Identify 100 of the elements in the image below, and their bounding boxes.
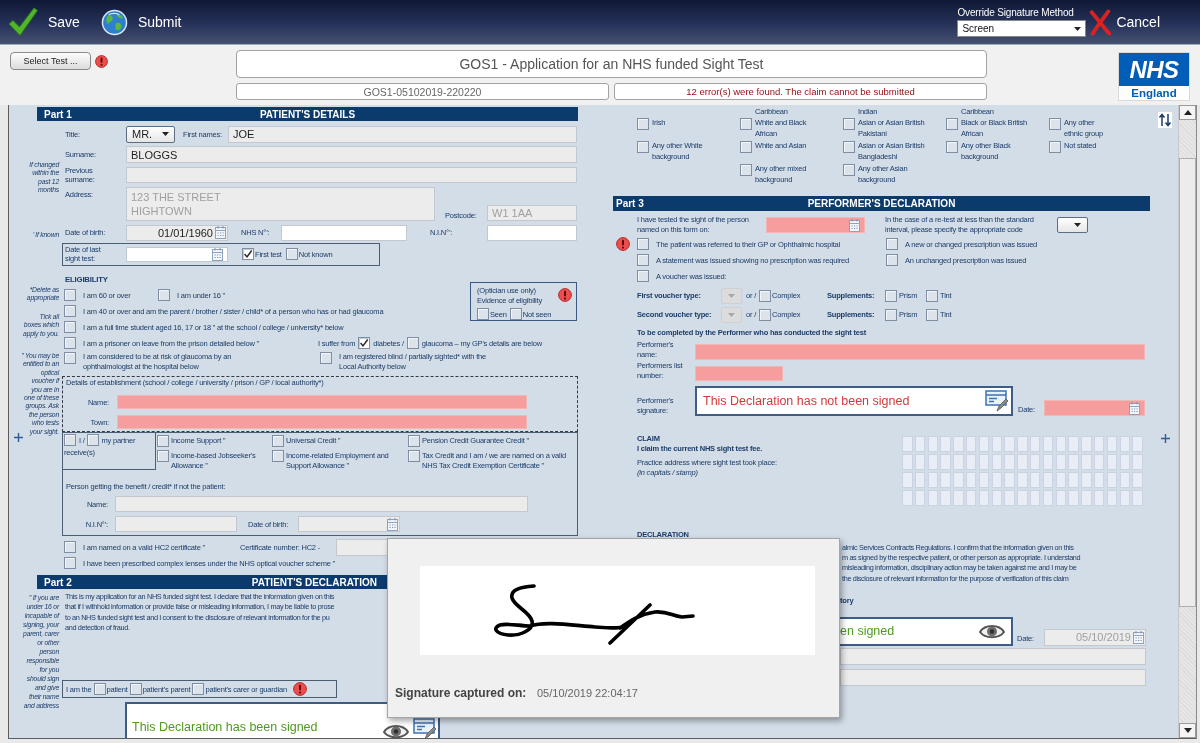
checkbox[interactable] [843,141,855,153]
character-box[interactable] [1042,490,1054,506]
checkbox[interactable] [759,308,772,321]
checkbox[interactable] [843,164,855,176]
character-box[interactable] [1119,454,1131,470]
checkbox[interactable] [759,289,772,302]
plus-icon[interactable] [14,433,23,442]
checkbox[interactable] [926,289,939,302]
plus-icon[interactable] [1161,434,1170,443]
character-box[interactable] [1004,454,1015,470]
text-field[interactable] [281,224,407,241]
character-box[interactable] [902,436,913,452]
submit-button[interactable]: Submit [100,8,182,36]
character-box[interactable] [978,490,990,506]
checkbox[interactable] [946,141,958,153]
checkbox[interactable] [358,337,371,349]
character-box[interactable] [991,490,1003,506]
character-box[interactable] [1055,472,1067,488]
checkbox[interactable] [320,352,332,364]
scrollbar-thumb[interactable] [1179,158,1196,607]
character-box[interactable] [1093,490,1105,506]
character-box[interactable] [1004,472,1015,488]
calendar-icon[interactable] [212,247,223,261]
date-field[interactable] [298,516,400,532]
checkbox[interactable] [285,248,298,260]
character-box[interactable] [966,436,977,452]
character-box[interactable] [1042,454,1054,470]
character-box[interactable] [1132,454,1143,470]
character-box[interactable] [966,472,977,488]
checkbox[interactable] [192,683,205,695]
character-box[interactable] [1132,490,1143,506]
calendar-icon[interactable] [387,517,398,531]
character-box[interactable] [991,436,1003,452]
character-box[interactable] [1017,490,1028,506]
character-box[interactable] [1017,472,1028,488]
checkbox[interactable] [637,141,649,153]
character-box[interactable] [953,472,964,488]
select-test-button[interactable]: Select Test ... [10,52,91,70]
checkbox[interactable] [64,541,76,553]
checkbox[interactable] [637,118,649,130]
calendar-icon[interactable] [215,226,226,239]
date-field[interactable] [126,246,228,262]
checkbox[interactable] [740,118,752,130]
checkbox[interactable] [129,683,142,695]
character-box[interactable] [940,436,951,452]
character-box[interactable] [1029,490,1041,506]
text-field[interactable] [115,496,528,512]
character-box[interactable] [1106,436,1118,452]
character-box[interactable] [902,490,913,506]
character-box[interactable] [940,472,951,488]
character-box[interactable] [1093,436,1105,452]
character-box[interactable] [927,472,939,488]
character-box[interactable] [1119,490,1131,506]
checkbox[interactable] [93,683,106,695]
character-box[interactable] [1132,472,1143,488]
character-box[interactable] [940,490,951,506]
character-box[interactable] [1017,436,1028,452]
character-box[interactable] [991,472,1003,488]
edit-icon[interactable] [985,390,1009,412]
character-box[interactable] [1029,436,1041,452]
signature-field[interactable]: This Declaration has not been signed [695,386,1013,416]
character-box[interactable] [978,472,990,488]
checkbox[interactable] [64,321,76,333]
checkbox[interactable] [272,435,284,447]
vertical-scrollbar[interactable] [1178,105,1196,738]
checkbox[interactable] [886,254,898,266]
character-box[interactable] [1119,436,1131,452]
checkbox[interactable] [637,270,649,282]
checkbox[interactable] [158,289,170,301]
checkbox[interactable] [157,450,169,462]
character-box[interactable] [1042,472,1054,488]
signature-field[interactable]: en signed [840,616,1013,646]
character-box[interactable] [914,454,926,470]
character-box[interactable] [953,436,964,452]
checkbox[interactable] [406,337,419,349]
character-box[interactable] [1042,436,1054,452]
text-field[interactable] [336,538,387,556]
character-box[interactable] [1004,436,1015,452]
checkbox[interactable] [740,141,752,153]
checkbox[interactable] [885,289,898,302]
date-field[interactable] [766,217,865,233]
character-box[interactable] [927,436,939,452]
scroll-down-button[interactable] [1179,723,1196,738]
checkbox[interactable] [64,337,76,349]
text-field[interactable] [695,344,1145,360]
character-box[interactable] [902,454,913,470]
checkbox[interactable] [272,450,284,462]
checkbox[interactable] [64,434,76,446]
character-box[interactable] [1081,436,1092,452]
character-box[interactable] [1106,472,1118,488]
checkbox[interactable] [477,308,489,320]
character-box[interactable] [978,454,990,470]
checkbox[interactable] [157,435,169,447]
checkbox[interactable] [740,164,752,176]
text-field[interactable] [117,395,527,409]
character-box[interactable] [1055,490,1067,506]
character-box[interactable] [1004,490,1015,506]
character-box[interactable] [953,490,964,506]
character-box[interactable] [914,472,926,488]
checkbox[interactable] [86,434,99,446]
